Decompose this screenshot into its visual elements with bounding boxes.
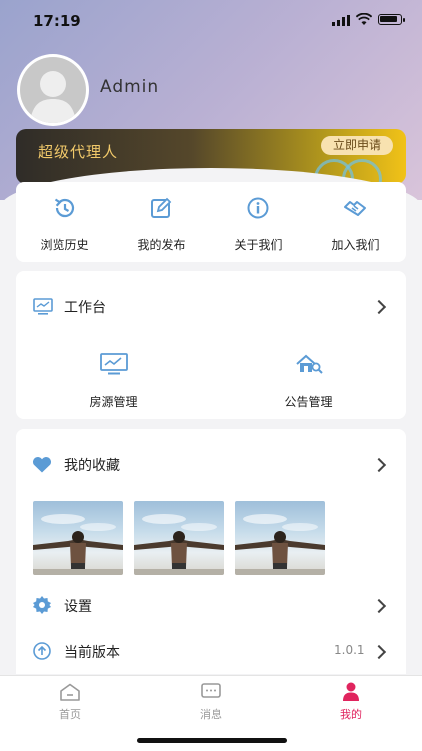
quick-action-join[interactable]: 加入我们	[307, 182, 404, 262]
chevron-right-icon	[371, 598, 387, 614]
wifi-icon	[356, 13, 372, 25]
tab-label: 我的	[340, 708, 362, 721]
tab-messages[interactable]: 消息	[141, 676, 281, 724]
chevron-right-icon	[371, 644, 387, 660]
cellular-signal-icon	[332, 15, 350, 26]
tab-home[interactable]: 首页	[0, 676, 140, 724]
favorites-row[interactable]: 我的收藏	[16, 440, 406, 490]
username: Admin	[100, 77, 160, 97]
monitor-icon	[33, 298, 53, 315]
chevron-right-icon	[371, 299, 387, 315]
quick-action-about[interactable]: 关于我们	[210, 182, 307, 262]
workbench-row[interactable]: 工作台	[16, 271, 406, 341]
apply-now-button[interactable]: 立即申请	[321, 136, 393, 155]
settings-label: 设置	[64, 599, 92, 615]
quick-action-label: 关于我们	[234, 238, 283, 252]
house-search-icon	[296, 354, 323, 374]
quick-action-publish[interactable]: 我的发布	[113, 182, 210, 262]
user-icon	[343, 682, 359, 701]
favorites-title: 我的收藏	[64, 458, 120, 474]
quick-action-history[interactable]: 浏览历史	[16, 182, 113, 262]
quick-action-label: 我的发布	[137, 238, 186, 252]
status-time: 17:19	[33, 12, 81, 30]
monitor-chart-icon	[100, 353, 128, 375]
battery-icon	[378, 14, 405, 25]
history-icon	[54, 198, 75, 218]
workbench-item-listings[interactable]: 房源管理	[16, 343, 211, 413]
heart-icon	[32, 456, 52, 473]
gear-icon	[33, 596, 51, 614]
quick-actions-card: 浏览历史 我的发布 关于我们 加入我们	[16, 182, 406, 262]
upgrade-arrow-icon	[33, 642, 51, 660]
tab-mine[interactable]: 我的	[281, 676, 421, 724]
version-value: 1.0.1	[334, 643, 365, 657]
home-indicator	[137, 738, 287, 743]
vip-label: 超级代理人	[38, 143, 119, 161]
workbench-card: 工作台 房源管理 公告管理	[16, 271, 406, 419]
tab-label: 消息	[200, 708, 222, 721]
info-icon	[247, 197, 269, 219]
user-placeholder-icon	[20, 57, 86, 123]
favorite-thumbnail[interactable]	[235, 501, 325, 575]
status-bar: 17:19	[0, 0, 422, 40]
workbench-item-notices[interactable]: 公告管理	[211, 343, 406, 413]
tab-label: 首页	[59, 708, 81, 721]
settings-row[interactable]: 设置	[16, 582, 406, 628]
version-row[interactable]: 当前版本 1.0.1	[16, 628, 406, 674]
workbench-title: 工作台	[64, 300, 106, 316]
avatar[interactable]	[17, 54, 89, 126]
quick-action-label: 浏览历史	[40, 238, 89, 252]
favorite-thumbnail[interactable]	[134, 501, 224, 575]
handshake-icon	[344, 201, 366, 216]
edit-icon	[151, 197, 172, 218]
version-label: 当前版本	[64, 645, 120, 661]
chevron-right-icon	[371, 457, 387, 473]
quick-action-label: 加入我们	[331, 238, 380, 252]
workbench-item-label: 房源管理	[89, 395, 138, 409]
favorite-thumbnail[interactable]	[33, 501, 123, 575]
message-icon	[201, 683, 221, 698]
home-icon	[60, 683, 80, 701]
workbench-item-label: 公告管理	[284, 395, 333, 409]
